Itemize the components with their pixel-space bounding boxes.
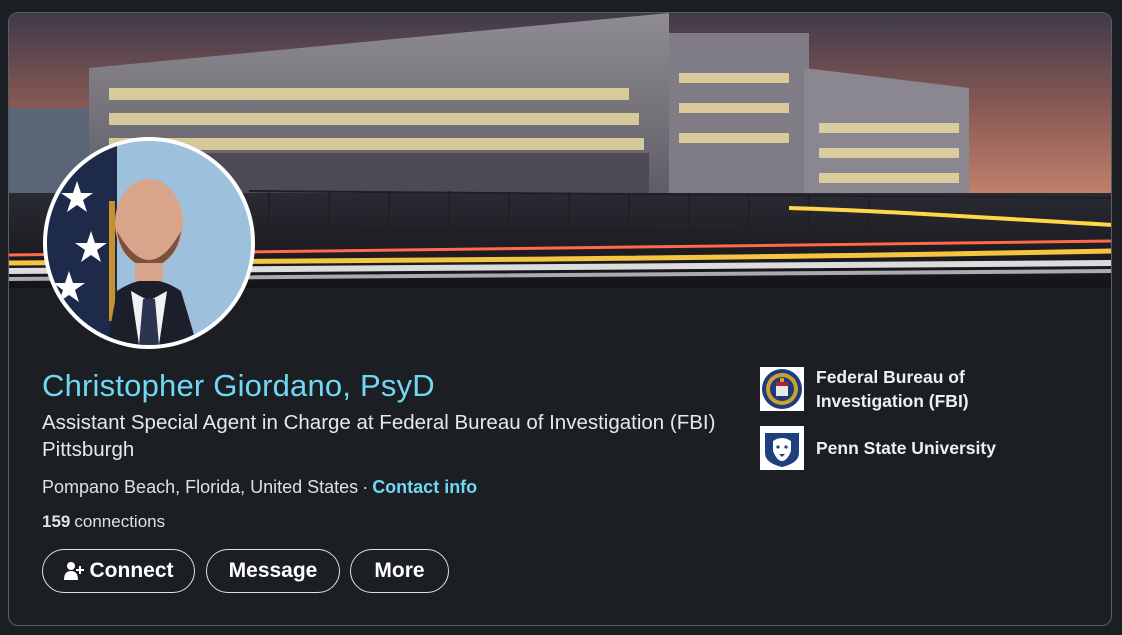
profile-card: Christopher Giordano, PsyD Assistant Spe… bbox=[8, 12, 1112, 626]
nittany-lion-icon bbox=[760, 426, 804, 470]
connect-label: Connect bbox=[89, 559, 174, 582]
contact-info-link[interactable]: Contact info bbox=[372, 477, 477, 497]
message-label: Message bbox=[228, 559, 318, 582]
profile-name: Christopher Giordano, PsyD bbox=[42, 368, 435, 403]
more-label: More bbox=[374, 559, 425, 582]
message-button[interactable]: Message bbox=[206, 549, 340, 593]
profile-photo[interactable] bbox=[43, 137, 255, 349]
fbi-org-name: Federal Bureau of Investigation (FBI) bbox=[816, 367, 969, 411]
experience-fbi[interactable]: Federal Bureau of Investigation (FBI) bbox=[760, 365, 1016, 413]
add-person-icon bbox=[63, 561, 84, 581]
location-line: Pompano Beach, Florida, United States · Co… bbox=[42, 477, 477, 498]
connections-label: connections bbox=[74, 512, 166, 531]
penn-state-org-name: Penn State University bbox=[816, 438, 996, 458]
connect-button[interactable]: Connect bbox=[42, 549, 195, 593]
connections-count[interactable]: 159 connections bbox=[42, 512, 165, 532]
separator: · bbox=[362, 477, 369, 497]
profile-headline: Assistant Special Agent in Charge at Fed… bbox=[42, 411, 716, 461]
education-penn-state[interactable]: Penn State University bbox=[760, 426, 1016, 470]
location-text: Pompano Beach, Florida, United States bbox=[42, 477, 359, 497]
connections-number: 159 bbox=[42, 512, 71, 531]
more-button[interactable]: More bbox=[350, 549, 449, 593]
fbi-seal-icon bbox=[760, 367, 804, 411]
